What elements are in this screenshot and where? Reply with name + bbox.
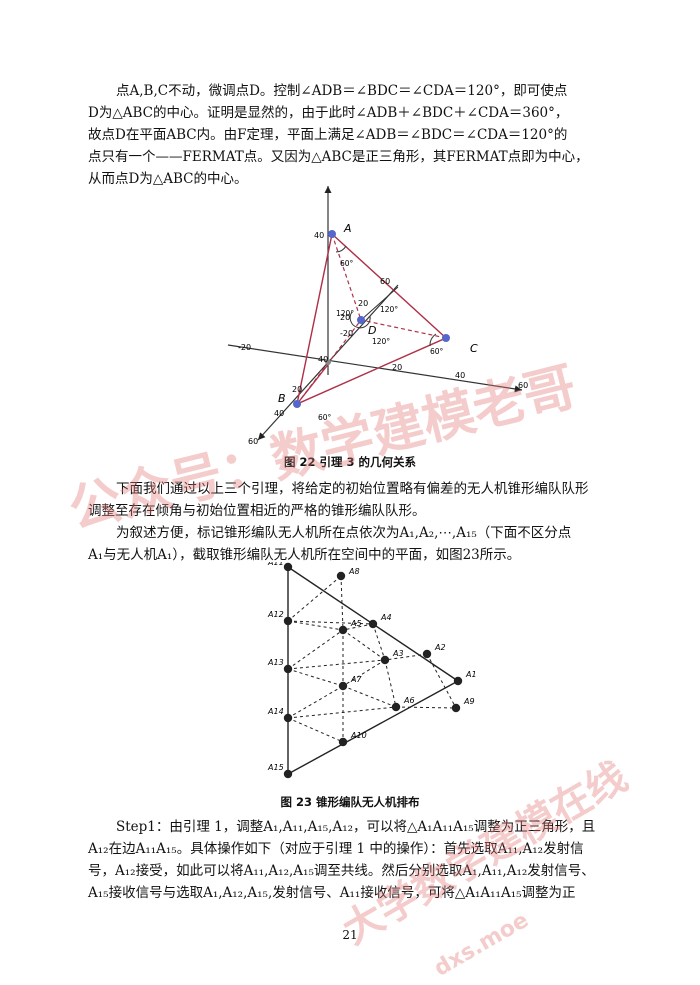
drone-node — [338, 681, 348, 691]
drone-label: A11 — [267, 562, 284, 567]
svg-text:60°: 60° — [318, 413, 332, 422]
svg-text:60°: 60° — [340, 259, 354, 268]
drone-label: A3 — [392, 649, 404, 658]
drone-label: A5 — [350, 619, 362, 628]
drone-label: A1 — [465, 670, 477, 679]
point-b — [293, 400, 301, 408]
triangle-abc — [296, 232, 448, 406]
svg-text:20: 20 — [292, 385, 302, 394]
lattice-edge — [287, 620, 344, 631]
drone-label: A12 — [267, 610, 284, 619]
drone-node — [336, 571, 346, 581]
point-d — [357, 316, 365, 324]
svg-text:40: 40 — [314, 231, 324, 240]
figure-23-diagram: A1 A2 A3 A4 A5 A6 A7 A8 A9 A10 A11 A12 A13 A14 A15 — [267, 562, 477, 779]
label-a: A — [343, 222, 352, 235]
text-line: D为△ABC的中心。证明是显然的，由于此时∠ADB＋∠BDC＋∠CDA＝360°… — [88, 105, 569, 121]
outer-edge — [287, 680, 459, 775]
drone-node — [283, 769, 293, 779]
drone-node — [422, 649, 432, 659]
drone-node — [453, 676, 463, 686]
svg-text:-20: -20 — [340, 329, 353, 338]
label-d: D — [368, 324, 376, 337]
drone-label: A8 — [348, 567, 360, 576]
text-line: 点只有一个——FERMAT点。又因为△ABC是正三角形，其FERMAT点即为中心… — [88, 149, 589, 165]
drone-node — [338, 737, 348, 747]
drone-label: A7 — [350, 675, 362, 684]
label-b: B — [278, 392, 286, 405]
drone-label: A10 — [350, 731, 367, 740]
svg-text:60: 60 — [518, 381, 528, 390]
text-line: A₁₂在边A₁₁A₁₅。具体操作如下（对应于引理 1 中的操作）：首先选取A₁₁… — [88, 841, 584, 857]
watermark-url: dxs.moe — [430, 907, 533, 982]
text-line: 故点D在平面ABC内。由F定理，平面上满足∠ADB＝∠BDC＝∠CDA＝120°… — [88, 127, 568, 143]
figure-23-caption: 图 23 锥形编队无人机排布 — [280, 795, 420, 809]
lattice-edge — [342, 685, 397, 708]
drone-node — [380, 655, 390, 665]
paragraph-2: 下面我们通过以上三个引理，将给定的初始位置略有偏差的无人机锥形编队队形 调整至存… — [88, 478, 624, 566]
lattice-edge — [342, 629, 386, 661]
text-line: 调整至存在倾角与初始位置相近的严格的锥形编队队形。 — [88, 503, 426, 519]
lattice-edge — [287, 629, 344, 670]
text-line: 为叙述方便，标记锥形编队无人机所在点依次为A₁,A₂,⋯,A₁₅（下面不区分点 — [116, 525, 572, 541]
drone-label: A13 — [267, 658, 284, 667]
point-a — [328, 230, 336, 238]
lattice-edge — [287, 659, 386, 670]
svg-text:120°: 120° — [336, 309, 354, 318]
lattice-edge — [287, 717, 344, 743]
axis-x — [227, 344, 523, 393]
svg-text:40: 40 — [318, 355, 328, 364]
figure-22-caption: 图 22 引理 3 的几何关系 — [283, 455, 417, 469]
paragraph-3: Step1：由引理 1，调整A₁,A₁₁,A₁₅,A₁₂，可以将△A₁A₁₁A₁… — [88, 816, 624, 904]
lattice-edge — [287, 575, 342, 622]
drone-label: A6 — [403, 696, 415, 705]
drone-label: A4 — [380, 613, 392, 622]
drone-label: A15 — [267, 763, 284, 772]
text-line: A₁₅接收信号与选取A₁,A₁₂,A₁₅,发射信号、A₁₁接收信号，可将△A₁A… — [88, 885, 576, 901]
svg-text:20: 20 — [392, 363, 402, 372]
drone-label: A2 — [434, 643, 446, 652]
svg-text:20: 20 — [358, 299, 368, 308]
drone-node — [283, 562, 293, 572]
text-line: 下面我们通过以上三个引理，将给定的初始位置略有偏差的无人机锥形编队队形 — [116, 481, 589, 497]
point-c — [442, 334, 450, 342]
drone-node — [368, 619, 378, 629]
svg-text:40: 40 — [274, 409, 284, 418]
drone-node — [391, 702, 401, 712]
drone-node — [283, 713, 293, 723]
text-line: Step1：由引理 1，调整A₁,A₁₁,A₁₅,A₁₂，可以将△A₁A₁₁A₁… — [116, 819, 596, 835]
lattice-edge — [287, 685, 344, 719]
svg-text:40: 40 — [455, 371, 465, 380]
drone-node — [283, 616, 293, 626]
text-line: 号，A₁₂接受，如此可以将A₁₁,A₁₂,A₁₅调至共线。然后分别选取A₁,A₁… — [88, 863, 595, 879]
lattice-edge — [426, 653, 457, 709]
svg-text:120°: 120° — [380, 305, 398, 314]
lattice-edge — [287, 668, 344, 687]
page-number: 21 — [342, 928, 358, 942]
svg-text:60°: 60° — [430, 347, 444, 356]
drone-label: A14 — [267, 707, 284, 716]
drone-node — [338, 625, 348, 635]
figure-22-diagram: A B C D 40 60 20 -20 20 40 60 20 40 60 -… — [227, 186, 528, 446]
drone-node — [283, 664, 293, 674]
svg-text:-20: -20 — [238, 343, 251, 352]
lattice-edge — [342, 659, 386, 687]
svg-text:120°: 120° — [372, 337, 390, 346]
paragraph-1: 点A,B,C不动，微调点D。控制∠ADB＝∠BDC＝∠CDA＝120°，即可使点… — [88, 80, 624, 190]
label-c: C — [470, 342, 478, 355]
text-line: 点A,B,C不动，微调点D。控制∠ADB＝∠BDC＝∠CDA＝120°，即可使点 — [116, 83, 568, 99]
lattice-edge — [395, 706, 457, 709]
drone-node — [451, 703, 461, 713]
svg-text:60: 60 — [380, 277, 390, 286]
lattice-edge — [372, 623, 386, 661]
lattice-edge — [384, 653, 428, 661]
drone-label: A9 — [463, 697, 475, 706]
lattice-edge — [384, 659, 397, 708]
svg-text:60: 60 — [248, 437, 258, 446]
